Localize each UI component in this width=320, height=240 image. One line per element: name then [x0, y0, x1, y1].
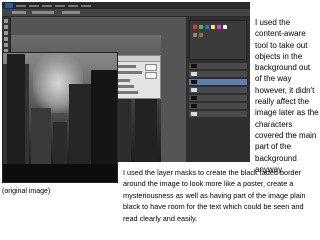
- layer-row: [189, 95, 247, 101]
- menu-item: [81, 4, 91, 7]
- layer-row: [189, 79, 247, 85]
- layer-row: [189, 103, 247, 109]
- menu-item: [16, 4, 26, 7]
- photoshop-menu-bar: [2, 2, 250, 9]
- photoshop-panels: [186, 17, 250, 162]
- cancel-button: [145, 72, 157, 79]
- photoshop-options-bar: [2, 9, 250, 17]
- menu-item: [55, 4, 65, 7]
- original-image-caption: (original image): [2, 188, 51, 195]
- layers-panel: [186, 63, 250, 117]
- layer-row: [189, 71, 247, 77]
- layer-row: [189, 111, 247, 117]
- ok-button: [145, 64, 157, 71]
- layer-row: [189, 87, 247, 93]
- menu-item: [42, 4, 52, 7]
- content-aware-note: I used the content-aware tool to take ou…: [255, 18, 319, 174]
- original-image: [2, 52, 118, 183]
- menu-item: [68, 4, 78, 7]
- swatches-panel: [189, 20, 247, 60]
- layer-row: [189, 63, 247, 69]
- photoshop-logo-icon: [5, 3, 13, 8]
- menu-item: [29, 4, 39, 7]
- layer-mask-note: I used the layer masks to create the bla…: [123, 168, 306, 223]
